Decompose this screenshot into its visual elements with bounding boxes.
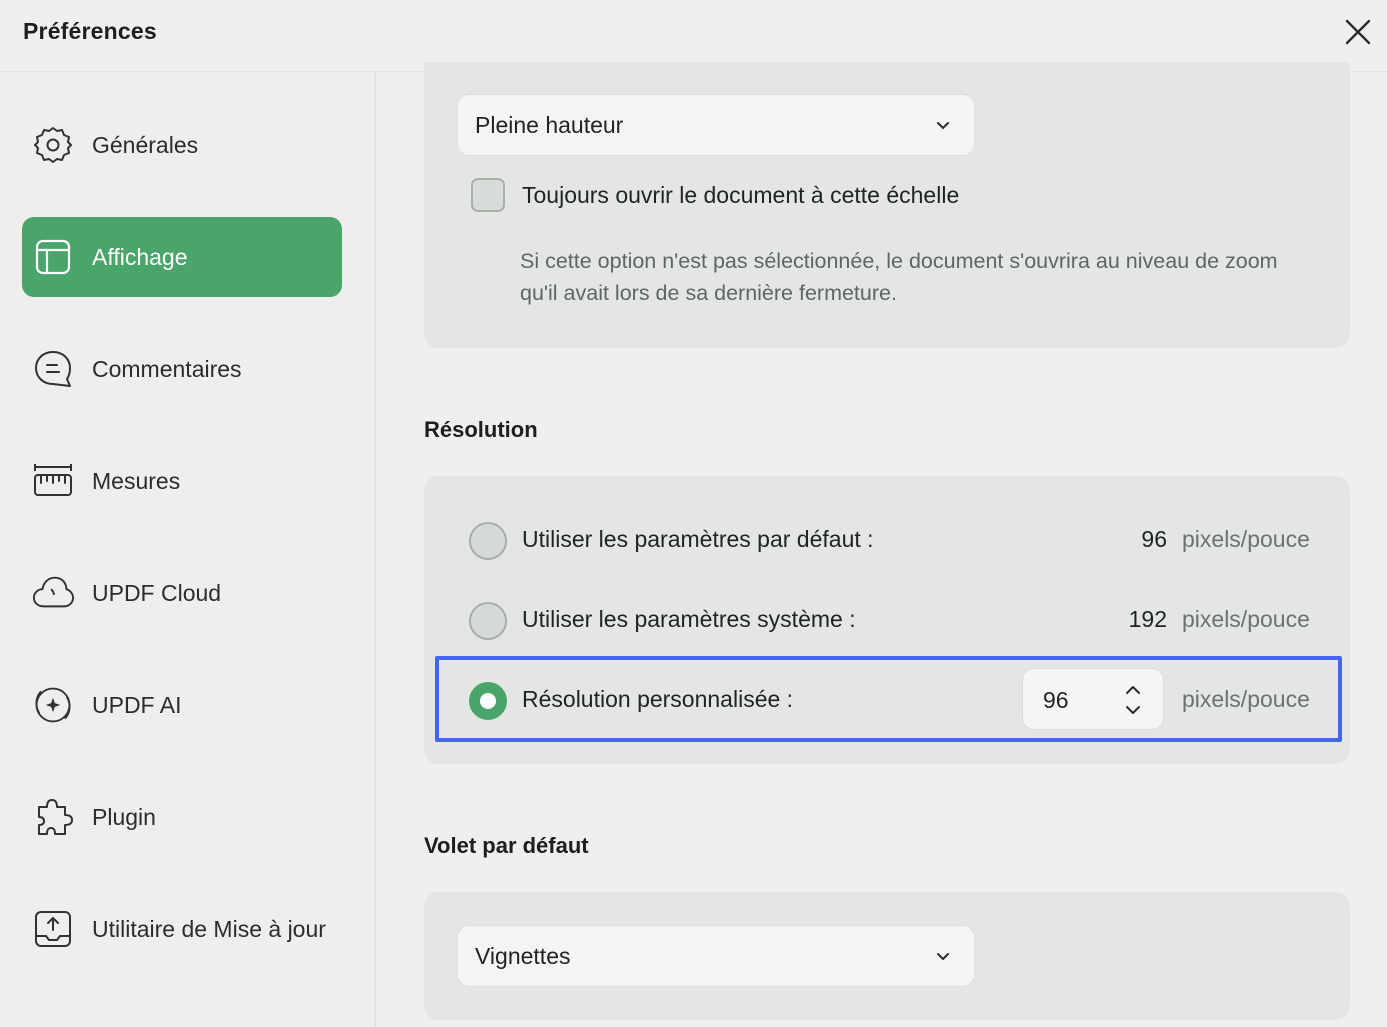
zoom-select-value: Pleine hauteur (475, 111, 624, 138)
resolution-option-label: Résolution personnalisée : (522, 686, 794, 712)
always-open-scale-checkbox[interactable] (471, 178, 505, 212)
window-title: Préférences (23, 18, 157, 44)
layout-icon (32, 236, 74, 278)
cloud-icon (32, 572, 74, 614)
gear-icon (32, 124, 74, 166)
resolution-option-unit: pixels/pouce (1182, 606, 1310, 632)
ruler-icon (32, 460, 74, 502)
zoom-select[interactable]: Pleine hauteur (457, 94, 975, 156)
chevron-down-icon (937, 953, 949, 960)
puzzle-icon (32, 796, 74, 838)
resolution-option-unit: pixels/pouce (1182, 526, 1310, 552)
sidebar-item-label: Plugin (92, 803, 156, 830)
resolution-option-value: 192 (1128, 606, 1167, 632)
update-icon (32, 908, 74, 950)
sidebar-item-label: Utilitaire de Mise à jour (92, 915, 326, 942)
sidebar-item-affichage[interactable]: Affichage (22, 217, 342, 297)
sidebar-item-label: Générales (92, 131, 199, 158)
sidebar-item-generales[interactable]: Générales (22, 105, 342, 185)
zoom-settings-card: Pleine hauteur Toujours ouvrir le docume… (424, 62, 1350, 348)
resolution-option-system[interactable]: Utiliser les paramètres système : 192 pi… (424, 580, 1350, 660)
chevron-down-icon (937, 122, 949, 129)
sidebar-item-updf-cloud[interactable]: UPDF Cloud (22, 553, 342, 633)
preferences-window: Préférences Générales Affichage Commenta… (0, 0, 1387, 1027)
always-open-scale-label: Toujours ouvrir le document à cette éche… (522, 181, 960, 208)
default-panel-section-title: Volet par défaut (424, 833, 589, 858)
resolution-option-unit: pixels/pouce (1182, 686, 1310, 712)
resolution-option-value: 96 (1141, 526, 1167, 552)
close-button[interactable] (1340, 14, 1376, 50)
sidebar-item-mesures[interactable]: Mesures (22, 441, 342, 521)
custom-resolution-stepper[interactable]: 96 (1022, 668, 1164, 730)
resolution-option-label: Utiliser les paramètres par défaut : (522, 526, 874, 552)
comment-icon (32, 348, 74, 390)
resolution-option-label: Utiliser les paramètres système : (522, 606, 856, 632)
sidebar: Générales Affichage Commentaires Mesures… (0, 72, 376, 1027)
sidebar-item-plugin[interactable]: Plugin (22, 777, 342, 857)
resolution-radio-system[interactable] (469, 602, 507, 640)
default-panel-select-value: Vignettes (475, 942, 571, 969)
resolution-radio-default[interactable] (469, 522, 507, 560)
ai-icon (32, 684, 74, 726)
resolution-option-default[interactable]: Utiliser les paramètres par défaut : 96 … (424, 500, 1350, 580)
close-icon (1345, 19, 1371, 45)
resolution-radio-custom[interactable] (469, 682, 507, 720)
default-panel-select[interactable]: Vignettes (457, 925, 975, 987)
sidebar-item-commentaires[interactable]: Commentaires (22, 329, 342, 409)
sidebar-item-label: UPDF AI (92, 691, 182, 718)
sidebar-item-label: Affichage (92, 243, 188, 270)
resolution-card: Utiliser les paramètres par défaut : 96 … (424, 476, 1350, 764)
always-open-scale-row: Toujours ouvrir le document à cette éche… (471, 178, 959, 212)
sidebar-item-label: UPDF Cloud (92, 579, 222, 606)
sidebar-item-update-utility[interactable]: Utilitaire de Mise à jour (22, 889, 342, 969)
default-panel-card: Vignettes (424, 892, 1350, 1020)
stepper-arrows-icon[interactable] (1121, 681, 1145, 721)
main-panel: Pleine hauteur Toujours ouvrir le docume… (377, 62, 1387, 1027)
resolution-section-title: Résolution (424, 417, 538, 442)
zoom-hint-text: Si cette option n'est pas sélectionnée, … (520, 249, 1278, 305)
sidebar-item-label: Mesures (92, 467, 181, 494)
custom-resolution-value: 96 (1043, 687, 1069, 713)
sidebar-item-label: Commentaires (92, 355, 242, 382)
sidebar-item-updf-ai[interactable]: UPDF AI (22, 665, 342, 745)
resolution-option-custom[interactable]: Résolution personnalisée : pixels/pouce (424, 660, 1350, 740)
